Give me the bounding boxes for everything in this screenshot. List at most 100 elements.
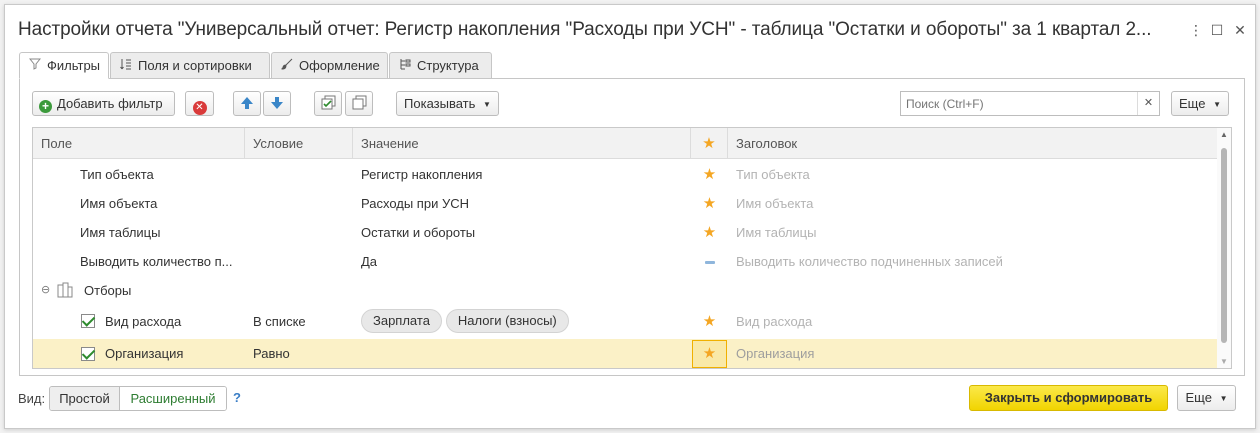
uncheck-all-button[interactable] — [345, 91, 373, 116]
row-condition[interactable]: В списке — [253, 305, 348, 338]
scroll-down-icon[interactable]: ▼ — [1217, 357, 1231, 366]
row-value: Расходы при УСН — [361, 196, 469, 211]
add-filter-label: Добавить фильтр — [57, 96, 163, 111]
delete-icon: ✕ — [192, 101, 207, 115]
close-and-generate-button[interactable]: Закрыть и сформировать — [969, 385, 1168, 411]
search-box: ✕ — [900, 91, 1160, 116]
row-field: Вид расхода — [105, 314, 182, 329]
filter-row[interactable]: Вид расхода В списке Зарплата Налоги (взн… — [33, 305, 1217, 338]
fields-icon — [119, 54, 133, 79]
row-value[interactable]: Зарплата Налоги (взносы) — [361, 305, 681, 338]
brush-icon — [280, 54, 294, 79]
filters-table: Поле Условие Значение ★ Заголовок Тип об… — [32, 127, 1232, 369]
table-row[interactable]: Имя таблицы Остатки и обороты ★ Имя табл… — [33, 218, 1217, 247]
footer-more-label: Еще — [1185, 390, 1212, 405]
view-label: Вид: — [18, 391, 46, 406]
tab-filters[interactable]: Фильтры — [19, 52, 109, 79]
move-down-button[interactable] — [263, 91, 291, 116]
star-icon[interactable]: ★ — [691, 160, 728, 189]
arrow-down-icon — [270, 96, 284, 111]
more-button[interactable]: Еще ▼ — [1171, 91, 1229, 116]
star-icon[interactable]: ★ — [691, 189, 728, 218]
scroll-thumb[interactable] — [1221, 148, 1227, 343]
settings-window: Настройки отчета "Универсальный отчет: Р… — [4, 4, 1256, 429]
tab-filters-label: Фильтры — [47, 58, 101, 73]
row-title: Вид расхода — [736, 314, 813, 329]
delete-button[interactable]: ✕ — [185, 91, 214, 116]
star-icon[interactable]: ★ — [691, 218, 728, 247]
chevron-down-icon: ▼ — [1219, 394, 1228, 403]
column-header-condition[interactable]: Условие — [245, 128, 353, 159]
chevron-down-icon: ▼ — [1213, 100, 1221, 109]
column-header-field[interactable]: Поле — [33, 128, 245, 159]
view-switch: Простой Расширенный — [49, 386, 227, 411]
row-title: Организация — [736, 346, 815, 361]
chevron-down-icon: ▼ — [483, 100, 491, 109]
row-value: Регистр накопления — [361, 167, 483, 182]
structure-icon — [398, 54, 412, 79]
group-label: Отборы — [84, 283, 132, 298]
tab-appearance-label: Оформление — [299, 58, 380, 73]
view-extended-button[interactable]: Расширенный — [120, 387, 226, 410]
row-title: Выводить количество подчиненных записей — [736, 254, 1003, 269]
check-all-button[interactable] — [314, 91, 342, 116]
row-field: Выводить количество п... — [80, 254, 233, 269]
filters-panel: + Добавить фильтр ✕ Показывать ▼ Поиск (… — [19, 78, 1245, 376]
row-value: Да — [361, 254, 378, 269]
column-header-value[interactable]: Значение — [353, 128, 691, 159]
search-clear-icon[interactable]: ✕ — [1137, 92, 1159, 115]
row-value: Остатки и обороты — [361, 225, 476, 240]
row-field: Имя таблицы — [80, 225, 161, 240]
view-simple-button[interactable]: Простой — [50, 387, 120, 410]
value-chip[interactable]: Зарплата — [361, 309, 442, 333]
star-icon[interactable]: ★ — [691, 128, 728, 159]
vertical-scrollbar[interactable]: ▲ ▼ — [1217, 128, 1231, 368]
help-link[interactable]: ? — [233, 390, 241, 405]
title-bar: Настройки отчета "Универсальный отчет: Р… — [5, 5, 1255, 49]
group-icon — [57, 276, 75, 305]
row-field: Тип объекта — [80, 167, 154, 182]
star-icon[interactable]: ★ — [691, 305, 728, 338]
tab-structure[interactable]: Структура — [389, 52, 492, 79]
row-title: Имя таблицы — [736, 225, 817, 240]
move-up-button[interactable] — [233, 91, 261, 116]
table-row[interactable]: Тип объекта Регистр накопления ★ Тип объ… — [33, 160, 1217, 189]
row-condition[interactable]: Равно — [253, 339, 348, 368]
table-row[interactable]: Имя объекта Расходы при УСН ★ Имя объект… — [33, 189, 1217, 218]
collapse-icon[interactable]: ⊖ — [41, 276, 55, 305]
tab-fields-label: Поля и сортировки — [138, 58, 252, 73]
arrow-up-icon — [240, 96, 254, 111]
close-icon[interactable]: ✕ — [1231, 21, 1249, 39]
scroll-up-icon[interactable]: ▲ — [1217, 130, 1231, 139]
uncheck-all-icon — [352, 95, 367, 111]
check-all-icon — [321, 95, 336, 111]
more-actions-icon[interactable]: ⋮ — [1187, 21, 1205, 39]
row-field: Имя объекта — [80, 196, 158, 211]
column-header-title[interactable]: Заголовок — [728, 128, 1217, 159]
tab-fields-sorting[interactable]: Поля и сортировки — [110, 52, 270, 79]
dash-icon[interactable] — [691, 247, 728, 276]
value-chip[interactable]: Налоги (взносы) — [445, 309, 569, 333]
table-row[interactable]: Выводить количество п... Да Выводить кол… — [33, 247, 1217, 276]
group-row[interactable]: ⊖ Отборы — [33, 276, 1217, 305]
show-dropdown-button[interactable]: Показывать ▼ — [396, 91, 499, 116]
row-title: Тип объекта — [736, 167, 810, 182]
footer-more-button[interactable]: Еще ▼ — [1177, 385, 1236, 411]
add-filter-button[interactable]: + Добавить фильтр — [32, 91, 175, 116]
row-field: Организация — [105, 346, 184, 361]
tab-appearance[interactable]: Оформление — [271, 52, 388, 79]
add-icon: + — [39, 100, 52, 113]
filter-checkbox[interactable] — [81, 347, 95, 361]
filter-row-selected[interactable]: Организация Равно ★ Организация — [33, 339, 1217, 368]
filter-icon — [28, 54, 42, 79]
row-title: Имя объекта — [736, 196, 814, 211]
show-label: Показывать — [404, 96, 476, 111]
filter-checkbox[interactable] — [81, 314, 95, 328]
search-input[interactable] — [901, 92, 1137, 115]
tab-structure-label: Структура — [417, 58, 479, 73]
maximize-icon[interactable]: ☐ — [1208, 21, 1226, 39]
more-label: Еще — [1179, 96, 1206, 111]
star-icon[interactable]: ★ — [692, 340, 727, 368]
window-title: Настройки отчета "Универсальный отчет: Р… — [18, 19, 1152, 40]
table-header: Поле Условие Значение ★ Заголовок — [33, 128, 1217, 159]
